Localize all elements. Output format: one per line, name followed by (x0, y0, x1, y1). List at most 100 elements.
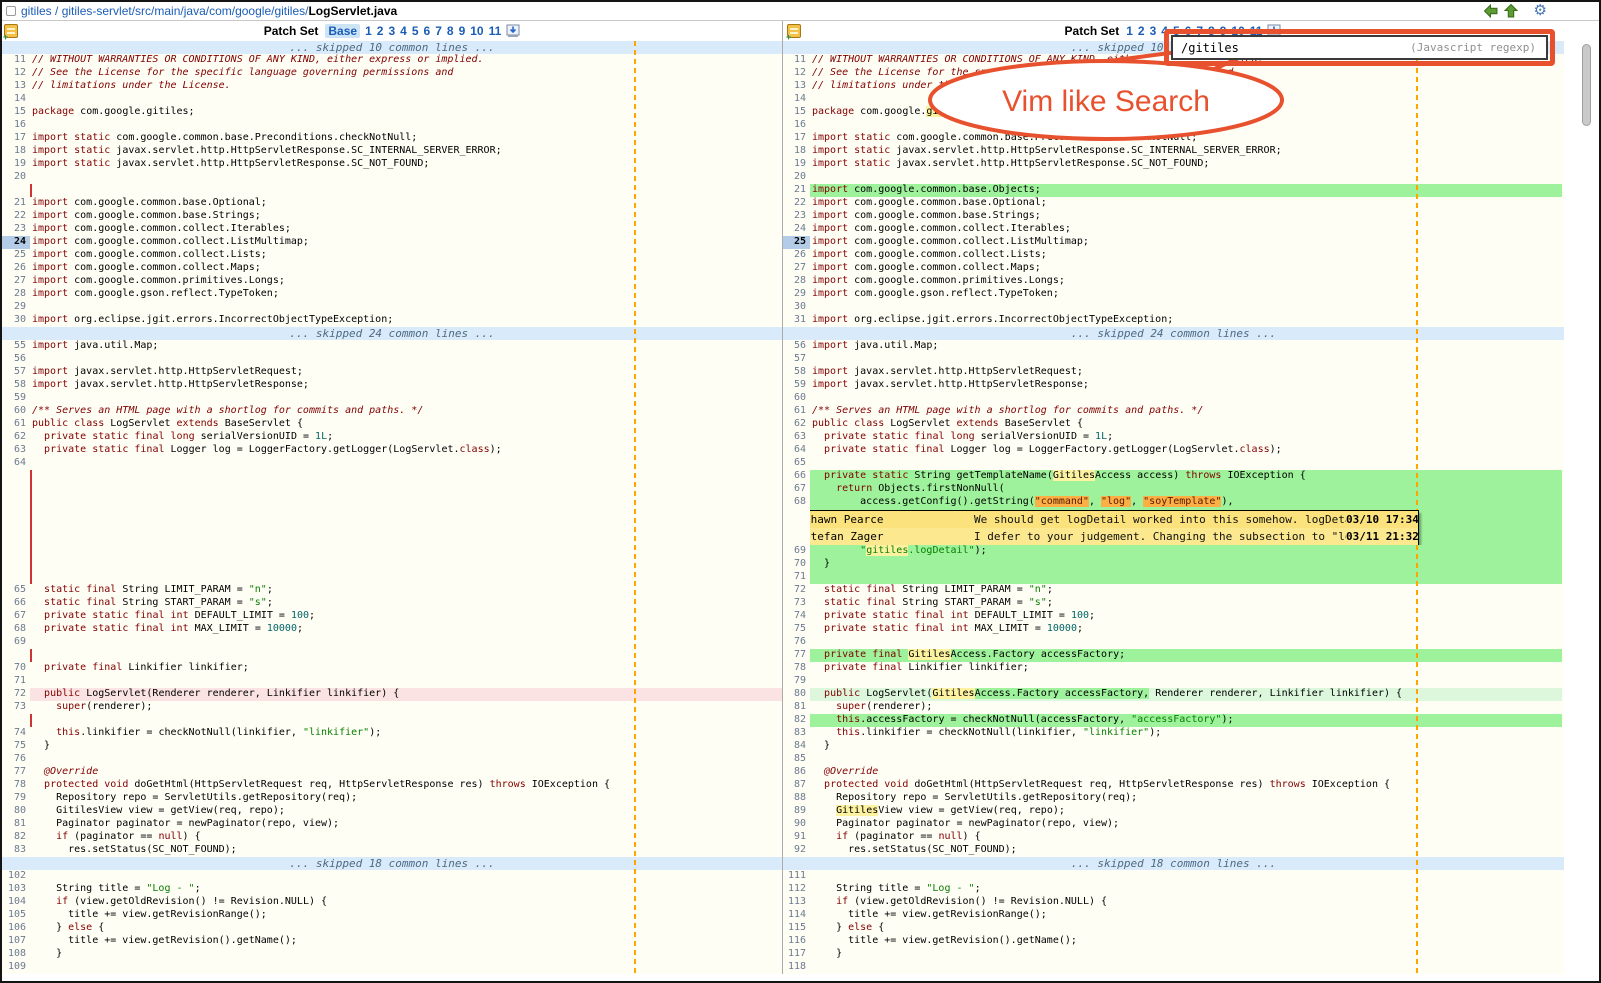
line-number[interactable]: 65 (782, 457, 810, 470)
vim-search-input[interactable]: /gitiles (Javascript regexp) (1171, 35, 1548, 60)
line-number[interactable]: 68 (782, 496, 810, 509)
line-number[interactable] (2, 571, 30, 584)
line-number[interactable]: 23 (2, 223, 30, 236)
line-number[interactable]: 60 (2, 405, 30, 418)
line-number[interactable]: 16 (782, 119, 810, 132)
line-number[interactable]: 12 (2, 67, 30, 80)
line-number[interactable]: 73 (2, 701, 30, 714)
line-number[interactable]: 71 (2, 675, 30, 688)
settings-gear-icon[interactable]: ⚙ (1534, 3, 1547, 18)
line-number[interactable]: 57 (2, 366, 30, 379)
up-to-change-arrow-icon[interactable] (1504, 4, 1518, 18)
line-number[interactable]: 24 (782, 223, 810, 236)
line-number[interactable]: 16 (2, 119, 30, 132)
line-number[interactable]: 116 (782, 935, 810, 948)
line-number[interactable]: 108 (2, 948, 30, 961)
line-number[interactable]: 11 (782, 54, 810, 67)
line-number[interactable] (2, 545, 30, 558)
patchset-link[interactable]: 4 (1161, 24, 1168, 38)
line-number[interactable]: 56 (2, 353, 30, 366)
line-number[interactable] (2, 649, 30, 662)
line-number[interactable]: 113 (782, 896, 810, 909)
comment-row[interactable]: Stefan ZagerI defer to your judgement. C… (810, 528, 1418, 545)
line-number[interactable]: 91 (782, 831, 810, 844)
line-number[interactable]: 82 (2, 831, 30, 844)
line-number[interactable] (782, 509, 810, 545)
line-number[interactable] (2, 496, 30, 509)
line-number[interactable]: 70 (782, 558, 810, 571)
line-number[interactable]: 28 (782, 275, 810, 288)
line-number[interactable]: 77 (2, 766, 30, 779)
line-number[interactable]: 12 (782, 67, 810, 80)
line-number[interactable]: 92 (782, 844, 810, 857)
line-number[interactable]: 87 (782, 779, 810, 792)
line-number[interactable]: 90 (782, 818, 810, 831)
line-number[interactable]: 105 (2, 909, 30, 922)
line-number[interactable]: 75 (2, 740, 30, 753)
line-number[interactable]: 15 (782, 106, 810, 119)
line-number[interactable]: 74 (2, 727, 30, 740)
line-number[interactable]: 64 (2, 457, 30, 470)
line-number[interactable]: 76 (782, 636, 810, 649)
line-number[interactable]: 78 (782, 662, 810, 675)
patchset-link[interactable]: 7 (435, 24, 442, 38)
line-number[interactable] (2, 714, 30, 727)
line-number[interactable]: 30 (782, 301, 810, 314)
line-number[interactable]: 67 (2, 610, 30, 623)
line-number[interactable]: 83 (782, 727, 810, 740)
comment-row[interactable]: Shawn PearceWe should get logDetail work… (810, 511, 1418, 528)
line-number[interactable]: 83 (2, 844, 30, 857)
line-number[interactable]: 11 (2, 54, 30, 67)
line-number[interactable]: 118 (782, 961, 810, 974)
line-number[interactable]: 72 (782, 584, 810, 597)
patchset-link[interactable]: 9 (459, 24, 466, 38)
skipped-lines-band[interactable]: ... skipped 10 common lines ... (2, 41, 782, 54)
line-number[interactable]: 79 (2, 792, 30, 805)
patchset-link[interactable]: 5 (412, 24, 419, 38)
patchset-link[interactable]: 8 (447, 24, 454, 38)
patchset-link[interactable]: 3 (1150, 24, 1157, 38)
line-number[interactable]: 25 (782, 236, 810, 249)
line-number[interactable]: 68 (2, 623, 30, 636)
line-number[interactable]: 58 (782, 366, 810, 379)
line-number[interactable]: 29 (782, 288, 810, 301)
line-number[interactable]: 75 (782, 623, 810, 636)
line-number[interactable]: 19 (782, 158, 810, 171)
line-number[interactable]: 59 (2, 392, 30, 405)
line-number[interactable]: 27 (2, 275, 30, 288)
line-number[interactable]: 85 (782, 753, 810, 766)
line-number[interactable]: 66 (782, 470, 810, 483)
line-number[interactable] (2, 558, 30, 571)
line-number[interactable]: 13 (782, 80, 810, 93)
line-number[interactable]: 21 (782, 184, 810, 197)
line-number[interactable]: 65 (2, 584, 30, 597)
line-number[interactable]: 106 (2, 922, 30, 935)
line-number[interactable]: 88 (782, 792, 810, 805)
line-number[interactable]: 72 (2, 688, 30, 701)
patchset-base-selected[interactable]: Base (325, 24, 360, 38)
line-number[interactable]: 62 (2, 431, 30, 444)
line-number[interactable]: 28 (2, 288, 30, 301)
line-number[interactable]: 55 (2, 340, 30, 353)
line-number[interactable]: 112 (782, 883, 810, 896)
line-number[interactable]: 71 (782, 571, 810, 584)
line-number[interactable]: 115 (782, 922, 810, 935)
line-number[interactable] (2, 470, 30, 483)
line-number[interactable]: 102 (2, 870, 30, 883)
line-number[interactable]: 17 (782, 132, 810, 145)
scrollbar-thumb[interactable] (1582, 44, 1591, 126)
line-number[interactable]: 22 (2, 210, 30, 223)
patchset-link[interactable]: 1 (1126, 24, 1133, 38)
line-number[interactable]: 26 (782, 249, 810, 262)
patchset-link[interactable]: 6 (424, 24, 431, 38)
line-number[interactable]: 62 (782, 418, 810, 431)
line-number[interactable]: 21 (2, 197, 30, 210)
skipped-lines-band[interactable]: ... skipped 18 common lines ... (782, 857, 1564, 870)
line-number[interactable]: 81 (782, 701, 810, 714)
line-number[interactable]: 15 (2, 106, 30, 119)
line-number[interactable]: 22 (782, 197, 810, 210)
line-number[interactable]: 59 (782, 379, 810, 392)
line-number[interactable]: 25 (2, 249, 30, 262)
line-number[interactable]: 20 (2, 171, 30, 184)
line-number[interactable]: 57 (782, 353, 810, 366)
